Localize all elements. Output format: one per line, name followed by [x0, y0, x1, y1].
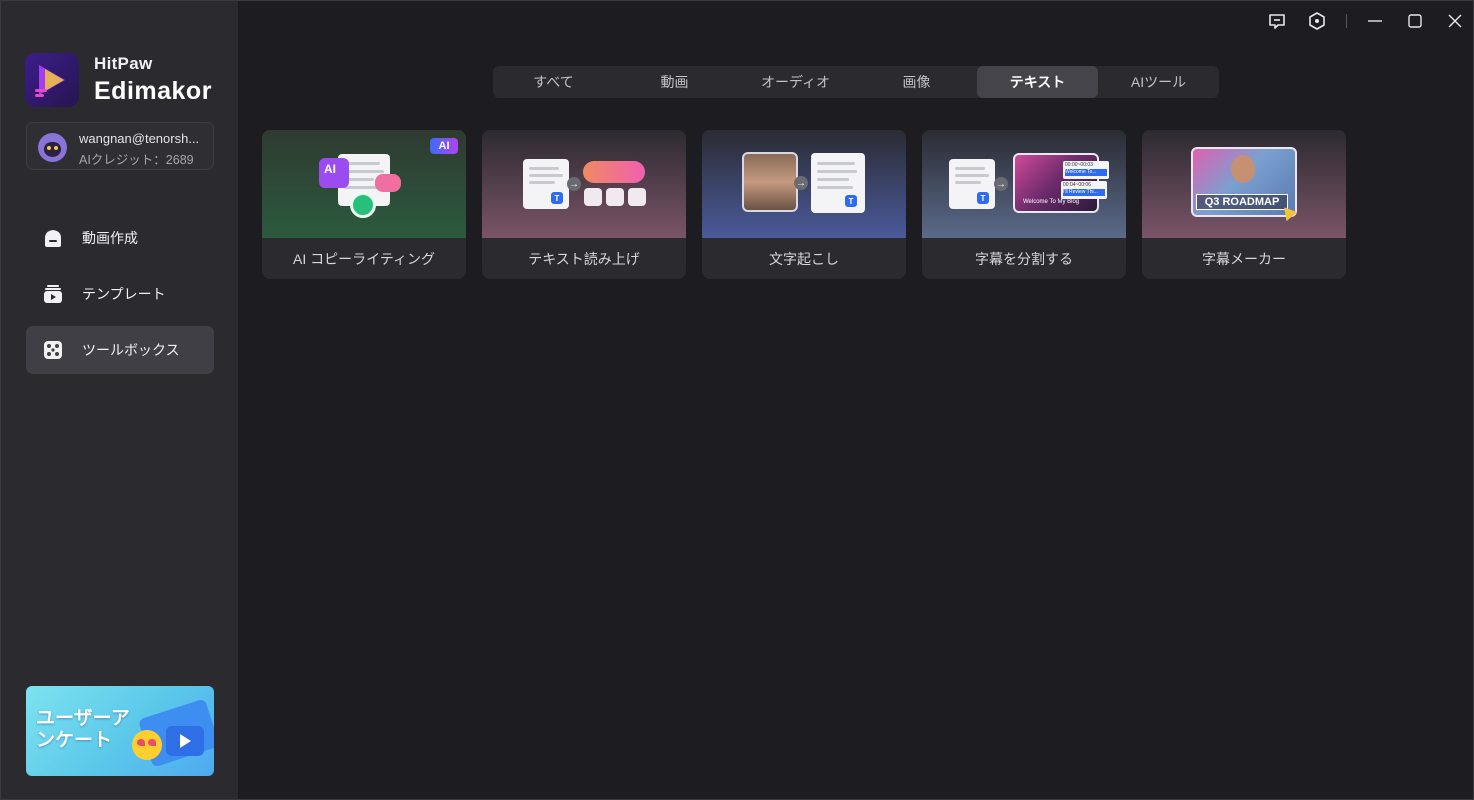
- app-window: HitPaw Edimakor wangnan@tenorsh... AIクレジ…: [0, 0, 1474, 800]
- ai-doc-icon: AI: [319, 158, 349, 188]
- survey-banner-text: ユーザーアンケート: [36, 708, 130, 751]
- tool-card-text-to-speech[interactable]: T → テキスト読み上げ: [482, 130, 686, 279]
- maximize-icon[interactable]: [1403, 9, 1427, 33]
- tool-card-label: テキスト読み上げ: [528, 250, 640, 267]
- chat-bubble-icon: [375, 174, 401, 192]
- sparkle-icon: [350, 192, 376, 218]
- account-name: wangnan@tenorsh...: [79, 131, 200, 146]
- titlebar-divider: [1346, 14, 1347, 28]
- sidebar-item-label: 動画作成: [82, 230, 138, 246]
- roadmap-caption: Q3 ROADMAP: [1196, 194, 1288, 210]
- tool-card-transcription[interactable]: → T 文字起こし: [702, 130, 906, 279]
- tool-card-label: AI コピーライティング: [293, 250, 435, 267]
- sidebar: HitPaw Edimakor wangnan@tenorsh... AIクレジ…: [1, 1, 238, 799]
- tool-card-label: 字幕メーカー: [1202, 250, 1286, 267]
- video-preview: Q3 ROADMAP: [1191, 147, 1297, 217]
- sidebar-item-templates[interactable]: テンプレート: [26, 270, 214, 318]
- tool-card-ai-copywriting[interactable]: AI AI AI コピーライティング: [262, 130, 466, 279]
- minimize-icon[interactable]: [1363, 9, 1387, 33]
- tool-thumbnail: Q3 ROADMAP: [1142, 130, 1346, 238]
- template-icon: [42, 283, 64, 305]
- tab-audio[interactable]: オーディオ: [735, 66, 856, 98]
- close-icon[interactable]: [1443, 9, 1467, 33]
- settings-icon[interactable]: [1305, 9, 1329, 33]
- sidebar-item-create-video[interactable]: 動画作成: [26, 214, 214, 262]
- ai-credits: AIクレジット：2689: [79, 153, 194, 167]
- tool-card-label: 文字起こし: [769, 250, 839, 267]
- home-icon: [42, 227, 64, 249]
- voice-avatar-icon: [584, 188, 602, 206]
- app-logo: [25, 53, 79, 107]
- subtitle-segment-1: 00:00~00:03 Welcome To...: [1063, 161, 1109, 179]
- tool-thumbnail: AI AI: [262, 130, 466, 238]
- ai-badge: AI: [430, 138, 458, 154]
- account-card[interactable]: wangnan@tenorsh... AIクレジット：2689: [26, 122, 214, 170]
- sidebar-item-label: ツールボックス: [82, 342, 180, 358]
- survey-banner[interactable]: ユーザーアンケート: [26, 686, 214, 776]
- arrow-right-icon: →: [994, 177, 1008, 191]
- toolbox-icon: [42, 339, 64, 361]
- tab-text[interactable]: テキスト: [977, 66, 1098, 98]
- subtitle-segment-2: 00:04~00:06 I'll Review Thi...: [1061, 181, 1107, 199]
- tab-all[interactable]: すべて: [493, 66, 614, 98]
- tool-thumbnail: T → Welcome To My Blog 00:00~00:03 Welco…: [922, 130, 1126, 238]
- arrow-right-icon: →: [567, 177, 581, 191]
- tool-card-split-subtitles[interactable]: T → Welcome To My Blog 00:00~00:03 Welco…: [922, 130, 1126, 279]
- brand-name-small: HitPaw: [94, 54, 153, 73]
- tab-ai-tools[interactable]: AIツール: [1098, 66, 1219, 98]
- speaker-photo: [742, 152, 798, 212]
- sidebar-item-toolbox[interactable]: ツールボックス: [26, 326, 214, 374]
- avatar: [38, 133, 67, 162]
- subtitle-caption: Welcome To My Blog: [1023, 199, 1080, 205]
- category-tabs: すべて 動画 オーディオ 画像 テキスト AIツール: [493, 66, 1219, 98]
- voice-avatar-icon: [628, 188, 646, 206]
- audio-wave-icon: [583, 161, 645, 183]
- voice-avatar-icon: [606, 188, 624, 206]
- brand-name: Edimakor: [94, 77, 212, 105]
- tool-card-label: 字幕を分割する: [975, 250, 1073, 267]
- tab-video[interactable]: 動画: [614, 66, 735, 98]
- tool-card-subtitle-maker[interactable]: Q3 ROADMAP 字幕メーカー: [1142, 130, 1346, 279]
- tool-thumbnail: → T: [702, 130, 906, 238]
- tool-thumbnail: T →: [482, 130, 686, 238]
- sidebar-item-label: テンプレート: [82, 286, 166, 302]
- tab-image[interactable]: 画像: [856, 66, 977, 98]
- feedback-icon[interactable]: [1265, 9, 1289, 33]
- arrow-right-icon: →: [794, 176, 808, 190]
